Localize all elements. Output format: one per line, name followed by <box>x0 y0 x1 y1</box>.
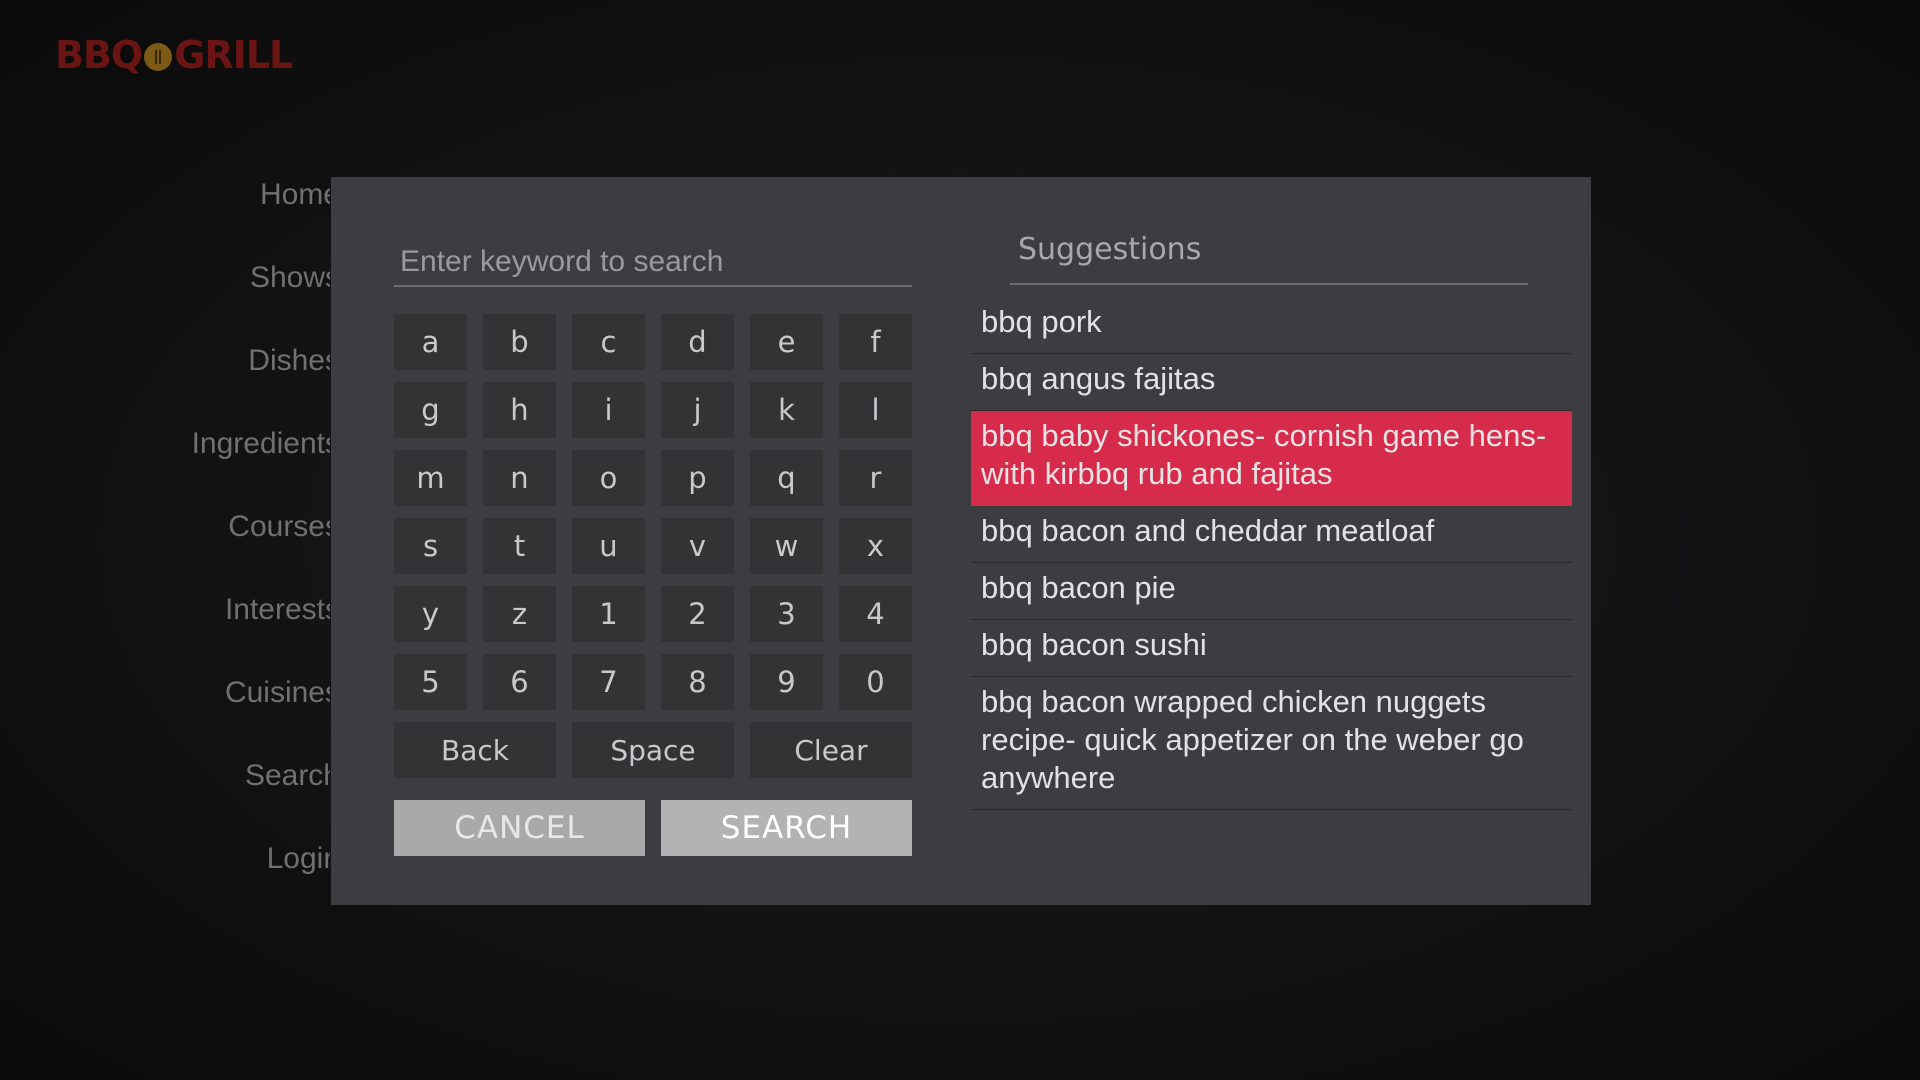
side-menu: Home Shows Dishes Ingredients Courses In… <box>0 178 330 925</box>
key-2[interactable]: 2 <box>661 586 734 642</box>
key-j[interactable]: j <box>661 382 734 438</box>
side-menu-item-home[interactable]: Home <box>0 178 330 261</box>
key-9[interactable]: 9 <box>750 654 823 710</box>
suggestions-panel: Suggestions bbq pork bbq angus fajitas b… <box>971 227 1572 810</box>
on-screen-keyboard: abcdef ghijkl mnopqr stuvwx yz1234 567890 Bac… <box>394 314 912 778</box>
key-u[interactable]: u <box>572 518 645 574</box>
key-1[interactable]: 1 <box>572 586 645 642</box>
key-y[interactable]: y <box>394 586 467 642</box>
key-g[interactable]: g <box>394 382 467 438</box>
search-input[interactable] <box>394 239 912 285</box>
key-5[interactable]: 5 <box>394 654 467 710</box>
key-6[interactable]: 6 <box>483 654 556 710</box>
key-e[interactable]: e <box>750 314 823 370</box>
key-b[interactable]: b <box>483 314 556 370</box>
search-button[interactable]: SEARCH <box>661 800 912 856</box>
key-q[interactable]: q <box>750 450 823 506</box>
key-h[interactable]: h <box>483 382 556 438</box>
key-i[interactable]: i <box>572 382 645 438</box>
suggestion-item[interactable]: bbq bacon and cheddar meatloaf <box>971 506 1572 563</box>
key-grid: abcdef ghijkl mnopqr stuvwx yz1234 567890 <box>394 314 912 710</box>
key-n[interactable]: n <box>483 450 556 506</box>
side-menu-item-shows[interactable]: Shows <box>0 261 330 344</box>
key-v[interactable]: v <box>661 518 734 574</box>
key-x[interactable]: x <box>839 518 912 574</box>
key-4[interactable]: 4 <box>839 586 912 642</box>
cancel-button[interactable]: CANCEL <box>394 800 645 856</box>
side-menu-item-cuisines[interactable]: Cuisines <box>0 676 330 759</box>
key-3[interactable]: 3 <box>750 586 823 642</box>
key-p[interactable]: p <box>661 450 734 506</box>
key-f[interactable]: f <box>839 314 912 370</box>
clear-key[interactable]: Clear <box>750 722 912 778</box>
key-0[interactable]: 0 <box>839 654 912 710</box>
suggestion-item[interactable]: bbq bacon pie <box>971 563 1572 620</box>
key-m[interactable]: m <box>394 450 467 506</box>
suggestion-item[interactable]: bbq angus fajitas <box>971 354 1572 411</box>
side-menu-item-search[interactable]: Search <box>0 759 330 842</box>
key-t[interactable]: t <box>483 518 556 574</box>
suggestion-item-selected[interactable]: bbq baby shickones- cornish game hens- w… <box>971 411 1572 506</box>
key-o[interactable]: o <box>572 450 645 506</box>
suggestion-item[interactable]: bbq bacon sushi <box>971 620 1572 677</box>
suggestion-item[interactable]: bbq pork <box>971 297 1572 354</box>
side-menu-item-courses[interactable]: Courses <box>0 510 330 593</box>
side-menu-item-login[interactable]: Login <box>0 842 330 925</box>
key-a[interactable]: a <box>394 314 467 370</box>
key-z[interactable]: z <box>483 586 556 642</box>
suggestions-title: Suggestions <box>1010 227 1528 285</box>
search-field <box>394 239 912 287</box>
space-key[interactable]: Space <box>572 722 734 778</box>
suggestions-list: bbq pork bbq angus fajitas bbq baby shic… <box>971 297 1572 810</box>
special-keys-row: Back Space Clear <box>394 722 912 778</box>
back-key[interactable]: Back <box>394 722 556 778</box>
key-s[interactable]: s <box>394 518 467 574</box>
key-d[interactable]: d <box>661 314 734 370</box>
suggestion-item[interactable]: bbq bacon wrapped chicken nuggets recipe… <box>971 677 1572 810</box>
search-dialog: abcdef ghijkl mnopqr stuvwx yz1234 567890 Bac… <box>331 177 1591 905</box>
key-7[interactable]: 7 <box>572 654 645 710</box>
dialog-actions: CANCEL SEARCH <box>394 800 912 856</box>
key-r[interactable]: r <box>839 450 912 506</box>
key-c[interactable]: c <box>572 314 645 370</box>
key-k[interactable]: k <box>750 382 823 438</box>
side-menu-item-dishes[interactable]: Dishes <box>0 344 330 427</box>
side-menu-clip: Home Shows Dishes Ingredients Courses In… <box>0 0 330 1080</box>
key-8[interactable]: 8 <box>661 654 734 710</box>
key-w[interactable]: w <box>750 518 823 574</box>
side-menu-item-ingredients[interactable]: Ingredients <box>0 427 330 510</box>
side-menu-item-interests[interactable]: Interests <box>0 593 330 676</box>
key-l[interactable]: l <box>839 382 912 438</box>
